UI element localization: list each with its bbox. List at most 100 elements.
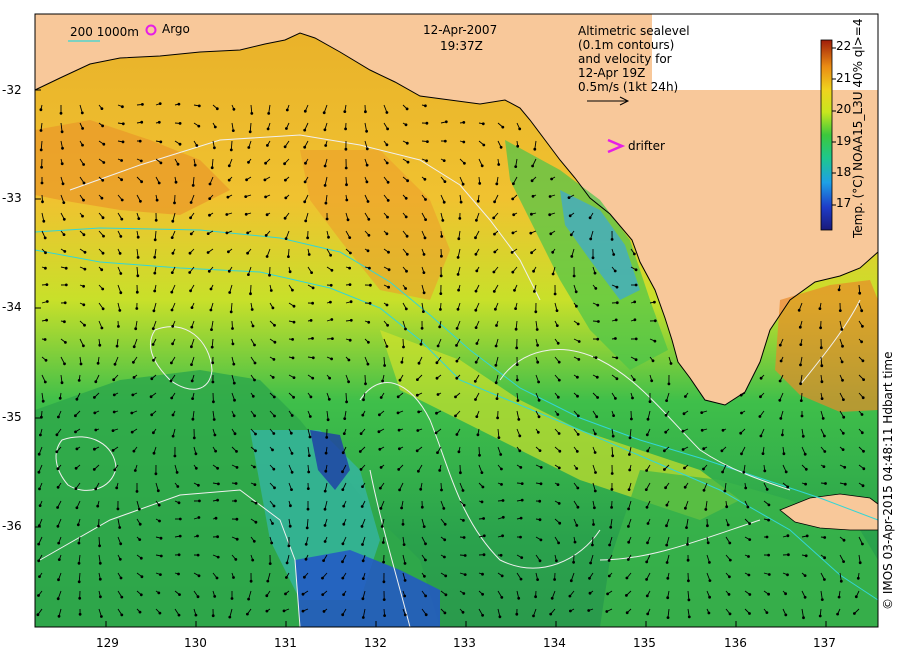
velocity-arrow-head xyxy=(455,376,459,380)
velocity-arrow-head xyxy=(214,516,218,520)
velocity-arrow-head xyxy=(386,180,390,184)
colorbar xyxy=(820,39,833,231)
velocity-arrow-head xyxy=(403,562,407,565)
velocity-arrow-head xyxy=(379,507,383,510)
velocity-arrow-head xyxy=(615,301,619,305)
velocity-arrow-head xyxy=(303,180,307,184)
velocity-arrow-head xyxy=(83,323,86,327)
velocity-arrow-head xyxy=(594,356,598,359)
velocity-arrow-head xyxy=(38,504,42,507)
velocity-arrow-head xyxy=(536,578,539,581)
velocity-arrow-head xyxy=(306,236,309,240)
velocity-arrow-head xyxy=(251,394,255,398)
velocity-arrow-head xyxy=(37,559,41,563)
velocity-arrow-head xyxy=(475,342,479,345)
velocity-arrow-head xyxy=(534,310,538,314)
velocity-arrow-head xyxy=(229,148,233,152)
velocity-arrow-head xyxy=(667,382,671,386)
velocity-arrow-head xyxy=(211,380,215,384)
velocity-arrow-head xyxy=(519,516,523,520)
velocity-arrow-head xyxy=(245,178,249,182)
velocity-arrow-head xyxy=(537,398,541,402)
velocity-arrow-head xyxy=(56,467,60,471)
velocity-arrow-head xyxy=(860,309,864,313)
argo-label: Argo xyxy=(162,22,190,36)
velocity-arrow-head xyxy=(463,554,467,557)
velocity-arrow-head xyxy=(576,486,580,490)
velocity-arrow-head xyxy=(476,199,480,203)
velocity-arrow-head xyxy=(397,468,401,471)
velocity-arrow-head xyxy=(645,433,649,437)
velocity-arrow-head xyxy=(440,488,443,492)
velocity-arrow-head xyxy=(100,326,104,330)
velocity-arrow-head xyxy=(798,325,802,329)
velocity-arrow-head xyxy=(177,553,181,557)
velocity-arrow-head xyxy=(81,214,84,218)
velocity-arrow-head xyxy=(291,356,295,360)
velocity-arrow-head xyxy=(538,499,542,503)
velocity-arrow-head xyxy=(454,414,457,418)
velocity-arrow-head xyxy=(607,574,611,578)
velocity-arrow-head xyxy=(423,177,427,181)
velocity-arrow-head xyxy=(784,470,788,474)
velocity-arrow-head xyxy=(708,561,711,564)
velocity-arrow-head xyxy=(151,327,155,330)
colorbar-label-20: 20 xyxy=(836,102,852,116)
velocity-arrow-head xyxy=(398,378,402,382)
velocity-arrow-head xyxy=(56,506,59,509)
velocity-arrow-head xyxy=(575,450,579,453)
velocity-arrow-head xyxy=(303,575,306,579)
velocity-arrow-head xyxy=(328,376,331,380)
velocity-arrow-head xyxy=(443,538,447,542)
velocity-arrow-head xyxy=(38,575,41,578)
velocity-arrow-head xyxy=(369,283,372,287)
velocity-arrow-head xyxy=(112,410,116,414)
velocity-arrow-head xyxy=(781,433,784,437)
velocity-arrow-head xyxy=(535,328,539,331)
velocity-arrow-head xyxy=(98,343,102,347)
velocity-arrow-head xyxy=(285,127,288,130)
velocity-arrow-head xyxy=(292,320,296,324)
velocity-arrow-head xyxy=(75,447,79,451)
velocity-arrow-head xyxy=(368,266,371,270)
velocity-arrow-head xyxy=(681,448,685,451)
velocity-arrow-head xyxy=(462,592,466,595)
velocity-arrow-head xyxy=(309,319,313,322)
velocity-arrow-head xyxy=(474,398,477,401)
velocity-arrow-head xyxy=(550,596,554,600)
velocity-arrow-head xyxy=(786,485,790,489)
velocity-arrow-head xyxy=(290,414,294,417)
velocity-arrow-head xyxy=(154,472,158,476)
velocity-arrow-head xyxy=(361,543,364,546)
velocity-arrow-head xyxy=(784,613,788,617)
velocity-arrow-head xyxy=(708,579,712,582)
velocity-arrow-head xyxy=(92,468,96,471)
velocity-arrow-head xyxy=(515,363,519,366)
velocity-arrow-head xyxy=(246,251,250,255)
velocity-arrow-head xyxy=(39,129,43,132)
velocity-arrow-head xyxy=(254,501,258,505)
velocity-arrow-head xyxy=(136,274,140,278)
velocity-arrow-head xyxy=(196,534,199,538)
velocity-arrow-head xyxy=(574,290,578,294)
velocity-arrow-head xyxy=(685,526,688,529)
velocity-arrow-head xyxy=(401,522,405,526)
velocity-arrow-head xyxy=(424,198,427,201)
velocity-arrow-head xyxy=(120,159,123,162)
velocity-arrow-head xyxy=(348,236,352,240)
velocity-arrow-head xyxy=(575,304,578,308)
velocity-arrow-head xyxy=(111,429,115,432)
velocity-arrow-head xyxy=(62,201,66,205)
velocity-arrow-head xyxy=(633,300,637,304)
velocity-arrow-head xyxy=(549,232,553,236)
colorbar-label-17: 17 xyxy=(836,196,852,210)
velocity-arrow-head xyxy=(481,485,485,489)
velocity-arrow-head xyxy=(497,436,501,439)
velocity-arrow-head xyxy=(512,182,515,186)
velocity-arrow-head xyxy=(611,454,615,458)
velocity-arrow-head xyxy=(170,361,173,365)
velocity-arrow-head xyxy=(727,593,731,596)
velocity-arrow-head xyxy=(303,145,307,149)
velocity-arrow-head xyxy=(576,322,580,326)
velocity-arrow-head xyxy=(634,358,638,362)
